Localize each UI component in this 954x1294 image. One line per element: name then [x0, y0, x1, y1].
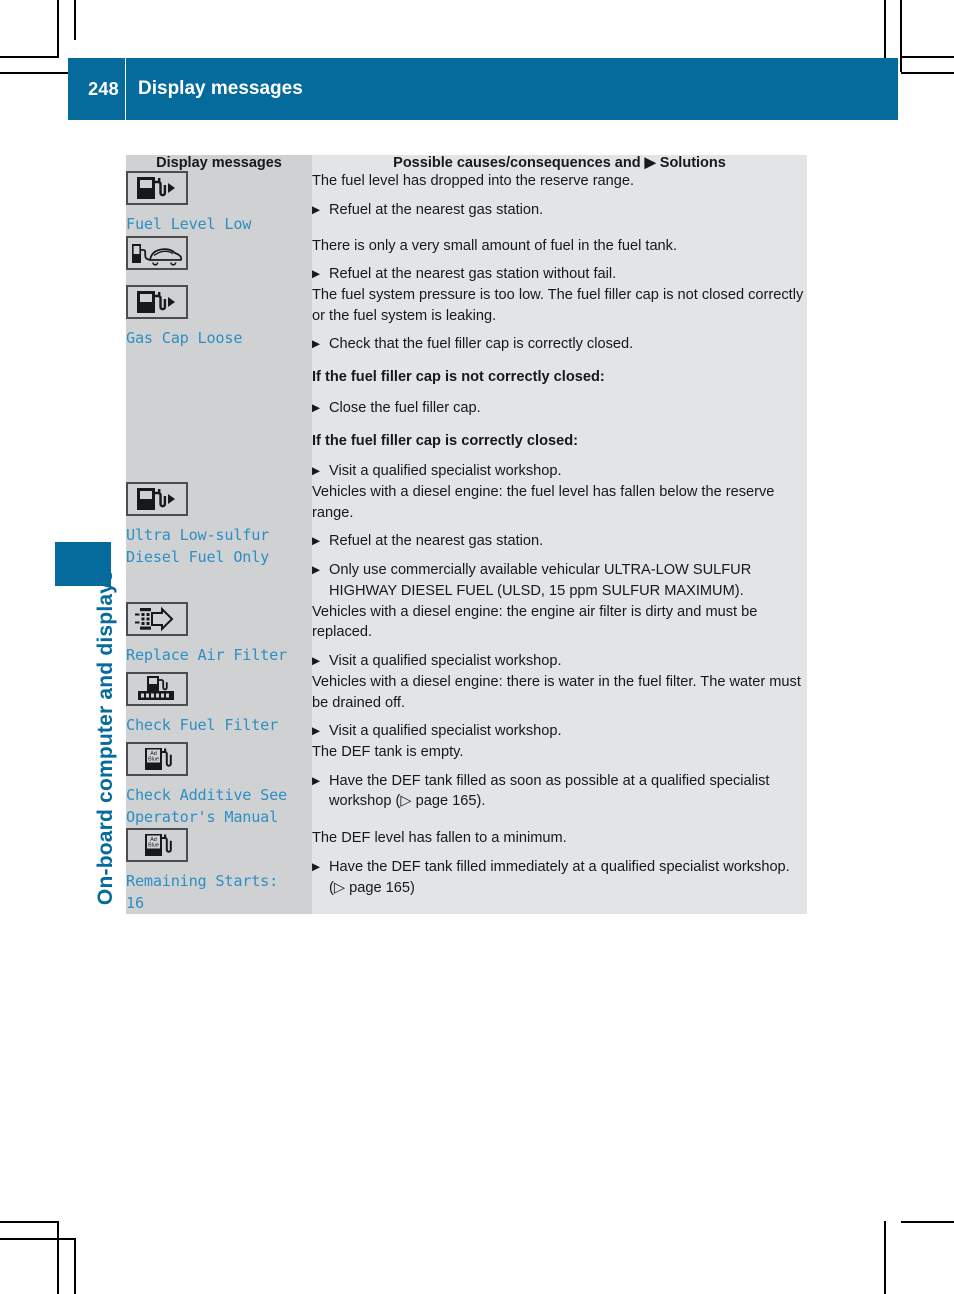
adblue-pump-icon: Ad Blue — [126, 828, 188, 863]
causes-solutions-cell: The fuel system pressure is too low. The… — [312, 285, 807, 483]
cropmark-top-right-vertical — [884, 0, 886, 58]
display-message-text: Fuel Level Low — [126, 215, 252, 233]
causes-solutions-cell: Vehicles with a diesel engine: there is … — [312, 671, 807, 742]
solution-bullet: Visit a qualified specialist workshop. — [312, 721, 807, 742]
fuel-filter-icon — [126, 671, 188, 706]
cropmark-bottom-right-horizontal — [901, 1221, 954, 1223]
cause-paragraph: The fuel system pressure is too low. The… — [312, 287, 804, 324]
svg-text:Blue: Blue — [148, 757, 159, 763]
display-message-text: Check Additive See Operator's Manual — [126, 785, 287, 826]
causes-solutions-cell: Vehicles with a diesel engine: the engin… — [312, 601, 807, 672]
cause-paragraph: The fuel level has dropped into the rese… — [312, 173, 635, 189]
message-cell: Ad Blue Check Additive See Operator's Ma… — [126, 741, 312, 829]
solution-bullet: Visit a qualified specialist workshop. — [312, 461, 807, 482]
solution-bullet: Have the DEF tank filled immediately at … — [312, 857, 807, 898]
solution-bullet: Have the DEF tank filled as soon as poss… — [312, 771, 807, 812]
cropmark-bottom-left-horizontal — [0, 1221, 58, 1223]
message-cell: Ultra Low-sulfur Diesel Fuel Only — [126, 482, 312, 602]
solution-bullet: Check that the fuel filler cap is correc… — [312, 334, 807, 355]
table-row: Ultra Low-sulfur Diesel Fuel Only Vehicle… — [126, 482, 807, 602]
chapter-sidebar: On-board computer and displays — [0, 150, 124, 905]
chapter-tab-marker — [55, 542, 111, 586]
fuel-pump-arrow-icon — [126, 171, 188, 205]
fuel-pump-arrow-icon — [126, 285, 188, 320]
adblue-pump-icon: Ad Blue — [126, 741, 188, 776]
solution-bullet: Refuel at the nearest gas station withou… — [312, 264, 807, 285]
message-cell: Fuel Level Low — [126, 171, 312, 236]
causes-solutions-cell: The DEF tank is empty. Have the DEF tank … — [312, 741, 807, 829]
cause-paragraph: Vehicles with a diesel engine: the engin… — [312, 603, 758, 641]
cropmark-bottom-left-horizontal-2 — [0, 1238, 76, 1240]
message-cell: Replace Air Filter — [126, 601, 312, 672]
cause-paragraph: Vehicles with a diesel engine: the fuel … — [312, 484, 775, 521]
display-messages-table: Display messages Possible causes/consequ… — [126, 155, 807, 915]
page-title: Display messages — [126, 58, 898, 120]
causes-solutions-cell: There is only a very small amount of fue… — [312, 235, 807, 286]
svg-text:Blue: Blue — [148, 843, 159, 849]
cropmark-top-left-horizontal — [0, 56, 58, 58]
cropmark-bottom-right-vertical — [884, 1221, 886, 1294]
table-body: Fuel Level Low The fuel level has dropped… — [126, 171, 807, 915]
table-row: Ad Blue Check Additive See Operator's Ma… — [126, 741, 807, 829]
message-cell: Gas Cap Loose — [126, 285, 312, 483]
chapter-label: On-board computer and displays — [94, 570, 117, 906]
message-cell: Ad Blue Remaining Starts: 16 — [126, 828, 312, 915]
table-row: There is only a very small amount of fue… — [126, 235, 807, 286]
solution-bullet: Refuel at the nearest gas station. — [312, 200, 807, 221]
cropmark-bottom-left-vertical — [57, 1221, 59, 1294]
solution-bullet: Refuel at the nearest gas station. — [312, 531, 807, 552]
causes-solutions-cell: Vehicles with a diesel engine: the fuel … — [312, 482, 807, 602]
cropmark-top-left-horizontal-2 — [0, 72, 76, 74]
condition-heading: If the fuel filler cap is not correctly … — [312, 369, 605, 386]
cause-paragraph: Vehicles with a diesel engine: there is … — [312, 673, 801, 711]
message-cell: Check Fuel Filter — [126, 671, 312, 742]
cropmark-top-right-horizontal-2 — [901, 72, 954, 74]
column-header-causes-solutions: Possible causes/consequences and ▶ Solut… — [312, 155, 807, 171]
display-message-text: Check Fuel Filter — [126, 715, 279, 734]
display-message-text: Gas Cap Loose — [126, 329, 243, 348]
condition-heading: If the fuel filler cap is correctly clos… — [312, 432, 579, 449]
causes-solutions-cell: The DEF level has fallen to a minimum. Ha… — [312, 828, 807, 915]
message-cell — [126, 235, 312, 286]
page-number: 248 — [68, 58, 125, 120]
cropmark-top-left-vertical-2 — [74, 0, 76, 40]
display-message-text: Remaining Starts: 16 — [126, 872, 279, 912]
page-header: 248 Display messages — [68, 58, 898, 120]
fuel-pump-arrow-icon — [126, 482, 188, 517]
cause-paragraph: There is only a very small amount of fue… — [312, 237, 678, 254]
table-row: Ad Blue Remaining Starts: 16 The DEF leve… — [126, 828, 807, 915]
display-message-text: Ultra Low-sulfur Diesel Fuel Only — [126, 526, 270, 566]
cropmark-top-right-vertical-2 — [900, 0, 902, 72]
column-header-display-messages: Display messages — [126, 155, 312, 171]
fuel-pump-car-icon — [126, 235, 188, 270]
display-message-text: Replace Air Filter — [126, 645, 287, 664]
solution-bullet: Close the fuel filler cap. — [312, 398, 807, 419]
table-row: Gas Cap Loose The fuel system pressure is… — [126, 285, 807, 483]
solution-bullet: Visit a qualified specialist workshop. — [312, 651, 807, 672]
table-header-row: Display messages Possible causes/consequ… — [126, 155, 807, 171]
air-filter-arrow-icon — [126, 601, 188, 636]
cause-paragraph: The DEF level has fallen to a minimum. — [312, 830, 567, 847]
table-row: Fuel Level Low The fuel level has dropped… — [126, 171, 807, 236]
cropmark-top-left-vertical — [57, 0, 59, 58]
solution-bullet: Only use commercially available vehicula… — [312, 560, 807, 601]
table-row: Check Fuel Filter Vehicles with a diesel … — [126, 671, 807, 742]
cropmark-bottom-left-vertical-2 — [74, 1238, 76, 1294]
causes-solutions-cell: The fuel level has dropped into the rese… — [312, 171, 807, 236]
table-row: Replace Air Filter Vehicles with a diesel… — [126, 601, 807, 672]
cropmark-top-right-horizontal — [901, 56, 954, 58]
cause-paragraph: The DEF tank is empty. — [312, 743, 464, 760]
